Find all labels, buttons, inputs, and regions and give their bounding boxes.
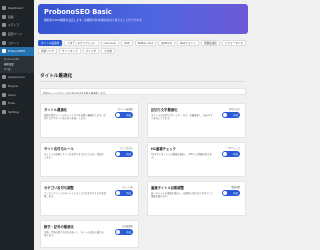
plugin-title: ProbonoSEO Basic	[44, 8, 112, 16]
wrench-icon	[2, 101, 6, 106]
section-note: 投稿タイトルやサイト名の表示形式を自動で最適化します。	[40, 88, 246, 95]
toggle-label: H1チェック	[228, 147, 240, 150]
tab-ogp[interactable]: OGP	[120, 40, 133, 46]
setting-card: 重複タイトル自動調整 同一タイトルの投稿を検出し、自動的に番号などを付与して重複…	[147, 181, 246, 216]
tab-json-ld[interactable]: JSON-LD	[158, 40, 175, 46]
gear-icon	[2, 109, 6, 114]
setting-toggle[interactable]: 有効	[115, 229, 133, 235]
tab-sitemap[interactable]: サイトマップ	[58, 48, 81, 54]
tab-canonical[interactable]: canonical	[100, 40, 119, 46]
tab-internal-links[interactable]: 内部リンク	[38, 48, 57, 54]
sidebar-item-media[interactable]: メディア	[0, 21, 34, 30]
toggle-knob	[116, 113, 120, 117]
toggle-knob	[116, 152, 120, 156]
sidebar-item-appearance[interactable]: Appearance	[0, 73, 34, 82]
sidebar-item-label: ProbonoSEO	[8, 49, 26, 54]
plugin-subtitle: 無料版のSEO機能を設定します。各機能の有効/無効を切り替えることができます。	[44, 17, 144, 22]
sidebar-item-tools[interactable]: Tools	[0, 99, 34, 108]
card-description: 投稿や固定ページのタイトルタグを自動で最適化します。区切り文字やサイト名の付与を…	[44, 113, 106, 120]
sidebar-item-label: メディア	[8, 23, 19, 28]
toggle-label: 区切り文字	[229, 108, 240, 111]
sidebar-item-label: コメント	[8, 40, 20, 45]
tab-title-optimization[interactable]: タイトル最適化	[38, 40, 63, 46]
media-icon	[2, 23, 6, 28]
setting-card: サイト名付与ルール タイトルの末尾にサイト名を付与するかどうかを一括設定します。…	[40, 142, 139, 177]
toggle-label: カテゴリ名	[122, 186, 133, 189]
toggle-state: 有効	[126, 231, 131, 235]
sidebar-submenu: ProbonoSEO 基本設定 Pro版	[0, 55, 34, 74]
sidebar-item-label: Settings	[8, 109, 20, 114]
toggle-label: 重複調整	[231, 186, 240, 189]
tab-breadcrumb[interactable]: パンくず	[82, 48, 100, 54]
sidebar-item-label: 投稿	[8, 14, 14, 19]
sidebar-item-dashboard[interactable]: Dashboard	[0, 4, 34, 13]
toggle-state: 有効	[126, 192, 131, 196]
sidebar-item-probonoseo[interactable]: ProbonoSEO	[0, 46, 34, 56]
tab-twitter-card[interactable]: Twitter Card	[134, 40, 157, 46]
setting-card: 区切り文字最適化 タイトルの区切り文字（| や – など）を最適化し、読みやすさ…	[147, 103, 246, 138]
card-description: 全角・半角の数字や記号を統一し、タイトル表記の揺れを防ぎます。	[44, 230, 104, 237]
pin-icon	[2, 14, 6, 19]
setting-card: カテゴリ名付与調整 アーカイブページのタイトルにカテゴリ名を付与するかを調整しま…	[40, 181, 139, 216]
tab-other[interactable]: その他	[101, 48, 115, 54]
toggle-knob	[116, 191, 120, 195]
toggle-knob	[116, 230, 120, 234]
setting-toggle[interactable]: 有効	[222, 112, 240, 118]
card-description: タイトルの区切り文字（| や – など）を最適化し、読みやすさを向上させます。	[151, 113, 213, 120]
section-divider	[40, 81, 246, 82]
settings-tabs: タイトル最適化 メタディスクリプション canonical OGP Twitte…	[38, 40, 250, 54]
sidebar-item-posts[interactable]: 投稿	[0, 13, 34, 22]
sidebar-item-settings[interactable]: Settings	[0, 108, 34, 117]
setting-toggle[interactable]: 有効	[115, 112, 133, 118]
sidebar-item-label: Dashboard	[8, 6, 24, 11]
setting-card: H1重複チェック H1タグとタイトルの重複を検出し、SEO上の問題を防ぎます。 …	[147, 142, 246, 177]
sidebar-item-label: 固定ページ	[8, 32, 22, 37]
toggle-label: タイトル最適化	[117, 108, 133, 111]
page-icon	[2, 32, 6, 37]
brush-icon	[2, 75, 6, 80]
toggle-label: 記号最適化	[122, 225, 133, 228]
seo-icon	[2, 49, 6, 54]
tab-image-optimization[interactable]: 画像最適化	[200, 40, 220, 46]
admin-sidebar: Dashboard 投稿 メディア 固定ページ コメント ProbonoSEO …	[0, 0, 34, 250]
setting-toggle[interactable]: 有効	[222, 190, 240, 196]
toggle-state: 有効	[126, 114, 131, 118]
toggle-knob	[223, 152, 227, 156]
dashboard-icon	[2, 6, 6, 11]
toggle-state: 有効	[126, 153, 131, 157]
card-description: タイトルの末尾にサイト名を付与するかどうかを一括設定します。	[44, 152, 104, 159]
setting-card: タイトル最適化 投稿や固定ページのタイトルタグを自動で最適化します。区切り文字や…	[40, 103, 139, 138]
setting-toggle[interactable]: 有効	[115, 151, 133, 157]
toggle-state: 有効	[233, 114, 238, 118]
sidebar-item-label: Users	[8, 92, 16, 97]
tab-meta-description[interactable]: メタディスクリプション	[64, 40, 99, 46]
toggle-label: サイト名付与	[119, 147, 133, 150]
sidebar-item-label: Plugins	[8, 84, 19, 89]
toggle-knob	[223, 191, 227, 195]
toggle-state: 有効	[233, 153, 238, 157]
toggle-state: 有効	[233, 192, 238, 196]
section-title: タイトル最適化	[40, 74, 73, 79]
setting-card: 数字・記号の最適化 全角・半角の数字や記号を統一し、タイトル表記の揺れを防ぎます…	[40, 220, 139, 248]
card-description: 同一タイトルの投稿を検出し、自動的に番号などを付与して重複を避けます。	[151, 191, 213, 198]
card-description: アーカイブページのタイトルにカテゴリ名を付与するかを調整します。	[44, 191, 106, 198]
setting-toggle[interactable]: 有効	[115, 190, 133, 196]
comment-icon	[2, 40, 6, 45]
sidebar-item-label: Tools	[8, 101, 15, 106]
sidebar-item-pages[interactable]: 固定ページ	[0, 30, 34, 39]
tab-performance[interactable]: パフォーマンス	[221, 40, 246, 46]
user-icon	[2, 92, 6, 97]
sidebar-item-users[interactable]: Users	[0, 90, 34, 99]
sidebar-subitem-pro[interactable]: Pro版	[0, 67, 34, 72]
setting-toggle[interactable]: 有効	[222, 151, 240, 157]
tab-web-fonts[interactable]: Webフォント	[176, 40, 199, 46]
sidebar-item-comments[interactable]: コメント	[0, 38, 34, 47]
toggle-knob	[223, 113, 227, 117]
plugin-header-banner: ProbonoSEO Basic 無料版のSEO機能を設定します。各機能の有効/…	[38, 4, 248, 34]
sidebar-item-label: Appearance	[8, 75, 25, 80]
main-content: ProbonoSEO Basic 無料版のSEO機能を設定します。各機能の有効/…	[34, 0, 250, 250]
plugin-icon	[2, 84, 6, 89]
card-description: H1タグとタイトルの重複を検出し、SEO上の問題を防ぎます。	[151, 152, 212, 159]
sidebar-item-plugins[interactable]: Plugins	[0, 82, 34, 91]
